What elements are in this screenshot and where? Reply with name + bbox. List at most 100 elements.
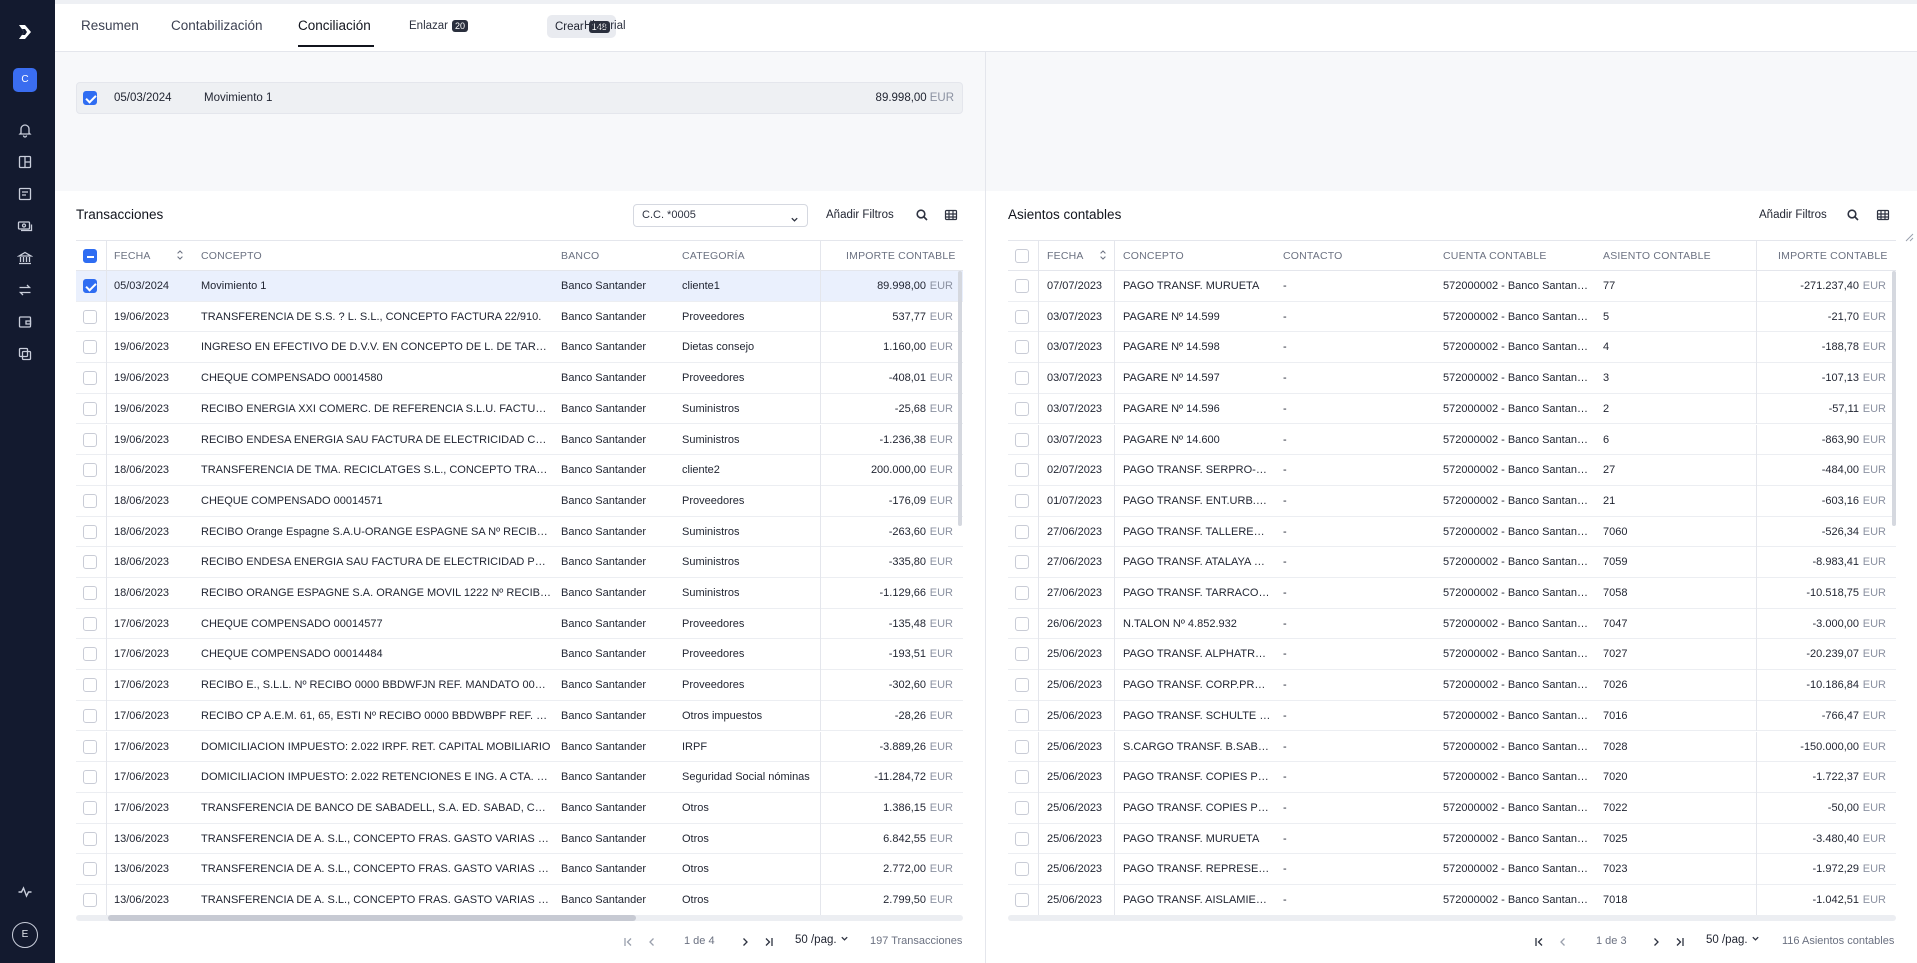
selected-transaction-row[interactable]: 05/03/2024 Movimiento 1 89.998,00 EUR xyxy=(76,82,963,114)
row-checkbox[interactable] xyxy=(1015,279,1029,293)
tab-contabilizacion[interactable]: Contabilización xyxy=(171,18,263,33)
header-contacto[interactable]: CONTACTO xyxy=(1283,250,1343,262)
table-row[interactable]: 27/06/2023 PAGO TRANSF. TALLERES AUTO- 572… xyxy=(1008,516,1896,548)
tab-resumen[interactable]: Resumen xyxy=(81,18,139,33)
table-row[interactable]: 03/07/2023 PAGARE Nº 14.596 - 572000002 - B… xyxy=(1008,393,1896,425)
table-row[interactable]: 19/06/2023 RECIBO ENDESA ENERGIA SAU FACT… xyxy=(76,424,963,456)
columns-icon[interactable] xyxy=(944,208,958,222)
row-checkbox[interactable] xyxy=(1015,616,1029,631)
header-categoria[interactable]: CATEGORÍA xyxy=(682,250,745,262)
row-checkbox[interactable] xyxy=(83,862,97,877)
sort-icon[interactable] xyxy=(176,249,184,264)
header-concepto[interactable]: CONCEPTO xyxy=(1123,250,1184,262)
table-row[interactable]: 18/06/2023 CHEQUE COMPENSADO 00014571 Banc… xyxy=(76,485,963,517)
user-avatar[interactable]: E xyxy=(12,922,38,948)
table-row[interactable]: 13/06/2023 TRANSFERENCIA DE A. S.L., CONC… xyxy=(76,823,963,855)
table-row[interactable]: 03/07/2023 PAGARE Nº 14.600 - 572000002 - B… xyxy=(1008,424,1896,456)
tab-enlazar[interactable]: Enlazar 20 xyxy=(409,20,469,32)
table-row[interactable]: 13/06/2023 TRANSFERENCIA DE A. S.L., CONC… xyxy=(76,854,963,885)
sort-icon[interactable] xyxy=(1099,249,1107,264)
table-row[interactable]: 19/06/2023 RECIBO ENERGIA XXI COMERC. DE … xyxy=(76,393,963,425)
tab-conciliacion[interactable]: Conciliación xyxy=(298,18,371,33)
row-checkbox[interactable] xyxy=(83,401,97,416)
table-row[interactable]: 17/06/2023 DOMICILIACION IMPUESTO: 2.022 … xyxy=(76,762,963,793)
vertical-scrollbar[interactable] xyxy=(1892,271,1896,526)
row-checkbox[interactable] xyxy=(83,708,97,723)
table-row[interactable]: 17/06/2023 TRANSFERENCIA DE BANCO DE SABA… xyxy=(76,792,963,824)
row-checkbox[interactable] xyxy=(83,739,97,754)
search-icon[interactable] xyxy=(915,208,929,222)
row-checkbox[interactable] xyxy=(1015,493,1029,508)
row-checkbox[interactable] xyxy=(1015,770,1029,785)
table-row[interactable]: 01/07/2023PAGO TRANSF. ENT.URB.POLIGONO-… xyxy=(1008,485,1896,517)
row-checkbox[interactable] xyxy=(83,463,97,478)
row-checkbox[interactable] xyxy=(1015,678,1029,693)
dashboard-icon[interactable] xyxy=(17,154,33,170)
money-icon[interactable] xyxy=(17,218,33,234)
row-checkbox[interactable] xyxy=(1015,739,1029,754)
table-row[interactable]: 25/06/2023S.CARGO TRANSF. B.SABADELL SA-… xyxy=(1008,731,1896,763)
search-icon[interactable] xyxy=(1846,208,1860,222)
next-page-icon[interactable] xyxy=(739,936,751,948)
row-checkbox[interactable] xyxy=(1015,862,1029,877)
row-checkbox[interactable] xyxy=(83,340,97,355)
account-select[interactable]: C.C. *0005 xyxy=(633,204,808,227)
table-row[interactable]: 25/06/2023 PAGO TRANSF. COPIES PUBLICITAT… xyxy=(1008,762,1896,793)
row-checkbox[interactable] xyxy=(1015,555,1029,570)
row-checkbox[interactable] xyxy=(83,432,97,447)
table-row[interactable]: 13/06/2023 TRANSFERENCIA DE A. S.L., CONC… xyxy=(76,885,963,915)
wallet-icon[interactable] xyxy=(17,314,33,330)
table-row[interactable]: 03/07/2023 PAGARE Nº 14.597 - 572000002 - B… xyxy=(1008,363,1896,394)
table-row[interactable]: 07/07/2023 PAGO TRANSF. MURUETA - 572000002… xyxy=(1008,271,1896,302)
table-row[interactable]: 18/06/2023 TRANSFERENCIA DE TMA. RECICLAT… xyxy=(76,455,963,486)
right-per-page-select[interactable]: 50 /pag. xyxy=(1706,934,1760,946)
row-checkbox[interactable] xyxy=(83,493,97,508)
row-checkbox[interactable] xyxy=(83,893,97,907)
table-row[interactable]: 26/06/2023 N.TALON Nº 4.852.932 - 572000002… xyxy=(1008,608,1896,640)
last-page-icon[interactable] xyxy=(763,936,775,948)
last-page-icon[interactable] xyxy=(1674,936,1686,948)
row-checkbox[interactable] xyxy=(1015,831,1029,846)
header-banco[interactable]: BANCO xyxy=(561,250,599,262)
right-add-filters-button[interactable]: Añadir Filtros xyxy=(1759,209,1827,221)
table-row[interactable]: 17/06/2023 CHEQUE COMPENSADO 00014484 Banc… xyxy=(76,639,963,671)
tab-historial[interactable]: Historial xyxy=(584,20,626,32)
left-per-page-select[interactable]: 50 /pag. xyxy=(795,934,849,946)
table-row[interactable]: 19/06/2023 TRANSFERENCIA DE S.S. ? L. S.L… xyxy=(76,301,963,333)
header-importe[interactable]: IMPORTE CONTABLE xyxy=(1778,250,1888,262)
bank-icon[interactable] xyxy=(16,250,34,266)
table-row[interactable]: 03/07/2023 PAGARE Nº 14.599 - 572000002 - B… xyxy=(1008,301,1896,333)
row-checkbox[interactable] xyxy=(83,770,97,785)
prev-page-icon[interactable] xyxy=(646,936,658,948)
table-row[interactable]: 17/06/2023 DOMICILIACION IMPUESTO: 2.022 … xyxy=(76,731,963,763)
table-row[interactable]: 25/06/2023 PAGO TRANSF. SCHULTE & BRUNS- 5… xyxy=(1008,700,1896,732)
table-row[interactable]: 19/06/2023 CHEQUE COMPENSADO 00014580 Banc… xyxy=(76,363,963,394)
table-row[interactable]: 17/06/2023 RECIBO CP A.E.M. 61, 65, ESTI … xyxy=(76,700,963,732)
header-importe[interactable]: IMPORTE CONTABLE xyxy=(846,250,956,262)
row-checkbox[interactable] xyxy=(1015,463,1029,478)
table-row[interactable]: 02/07/2023 PAGO TRANSF. SERPRO-SUMINISTRO… xyxy=(1008,455,1896,486)
bell-icon[interactable] xyxy=(17,122,33,138)
columns-icon[interactable] xyxy=(1876,208,1890,222)
table-row[interactable]: 27/06/2023 PAGO TRANSF. TARRACO BARCELONA… xyxy=(1008,578,1896,609)
table-row[interactable]: 25/06/2023PAGO TRANSF. CORP.PRACTICA SL-… xyxy=(1008,670,1896,701)
row-checkbox[interactable] xyxy=(1015,647,1029,662)
row-checkbox[interactable] xyxy=(83,555,97,570)
table-row[interactable]: 27/06/2023 PAGO TRANSF. ATALAYA MARKETING… xyxy=(1008,547,1896,578)
select-all-checkbox[interactable] xyxy=(1015,249,1029,263)
row-checkbox[interactable] xyxy=(1015,893,1029,907)
header-fecha[interactable]: FECHA xyxy=(1047,250,1084,262)
first-page-icon[interactable] xyxy=(1533,936,1545,948)
row-checkbox[interactable] xyxy=(1015,586,1029,600)
logo-icon[interactable] xyxy=(15,22,35,42)
row-checkbox[interactable] xyxy=(1015,401,1029,416)
table-row[interactable]: 18/06/2023 RECIBO ENDESA ENERGIA SAU FACT… xyxy=(76,547,963,578)
row-checkbox[interactable] xyxy=(83,586,97,600)
row-checkbox[interactable] xyxy=(83,800,97,815)
selected-row-checkbox[interactable] xyxy=(83,91,97,105)
row-checkbox[interactable] xyxy=(1015,309,1029,324)
vertical-scrollbar[interactable] xyxy=(958,271,962,526)
row-checkbox[interactable] xyxy=(83,524,97,539)
table-row[interactable]: 18/06/2023 RECIBO ORANGE ESPAGNE S.A. ORA… xyxy=(76,578,963,609)
row-checkbox[interactable] xyxy=(1015,340,1029,355)
